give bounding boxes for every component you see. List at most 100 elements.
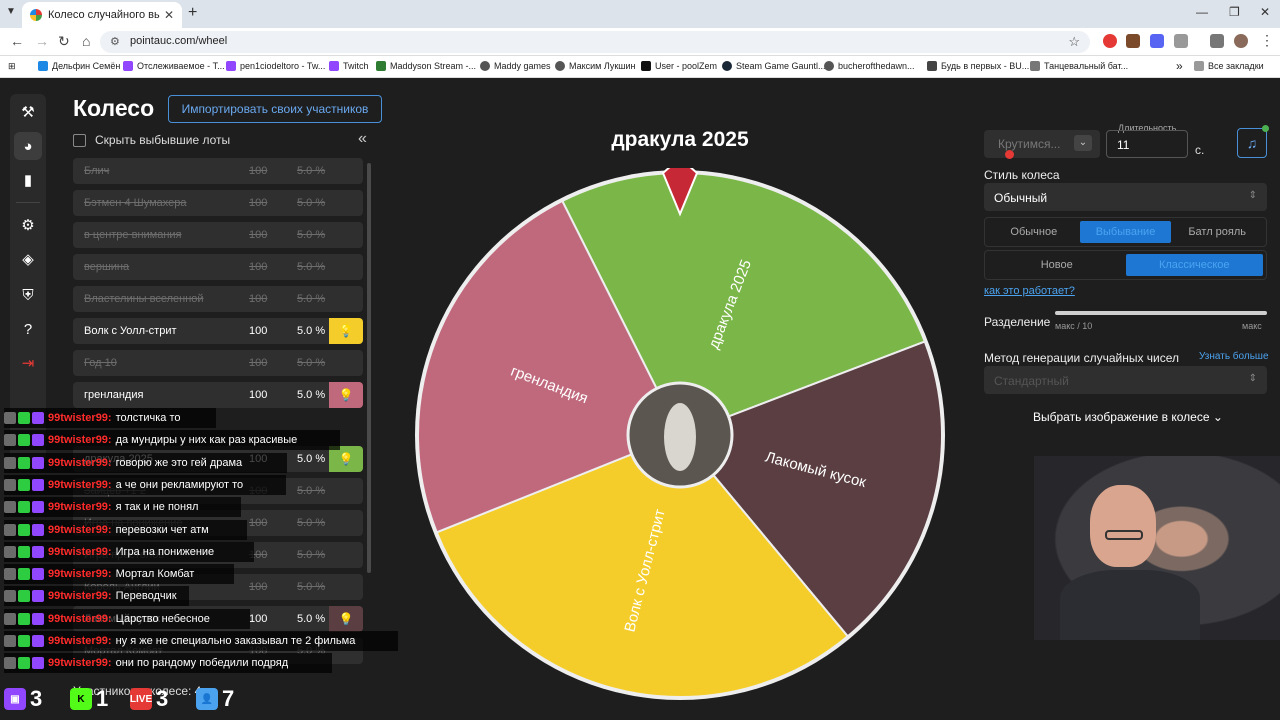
lot-value: 100 bbox=[249, 325, 268, 337]
lot-name: Год 10 bbox=[84, 357, 117, 369]
bookmark-item[interactable]: bucherofthedawn... bbox=[824, 61, 915, 71]
lot-name: вершина bbox=[84, 261, 130, 273]
chat-message: 99twister99: Мортал Комбат bbox=[4, 564, 234, 585]
extension-icon[interactable] bbox=[1126, 34, 1140, 48]
tab-search-icon[interactable]: ▼ bbox=[6, 6, 16, 17]
stats-icon[interactable]: ▮ bbox=[14, 166, 42, 194]
import-participants-button[interactable]: Импортировать своих участников bbox=[168, 95, 382, 123]
lot-row[interactable]: гренландия 100 5.0 % 💡 bbox=[73, 382, 363, 408]
chat-username: 99twister99: bbox=[48, 434, 112, 447]
reload-icon[interactable]: ↻ bbox=[58, 33, 70, 50]
style-select[interactable]: Обычный ⇕ bbox=[984, 183, 1267, 211]
lot-percent: 5.0 % bbox=[297, 261, 326, 273]
music-note-icon[interactable]: ♫ bbox=[1237, 128, 1267, 158]
wheel-icon[interactable]: ◕ bbox=[14, 132, 42, 160]
close-tab-icon[interactable]: ✕ bbox=[164, 8, 174, 22]
lightbulb-icon[interactable]: 💡 bbox=[329, 382, 363, 408]
extension-g-icon[interactable] bbox=[1150, 34, 1164, 48]
prime-badge-icon bbox=[18, 612, 30, 625]
checkbox-box[interactable] bbox=[73, 133, 86, 147]
opera-extension-icon[interactable] bbox=[1103, 34, 1117, 48]
version-option[interactable]: Новое bbox=[988, 254, 1126, 276]
bookmark-item[interactable]: Отслеживаемое - T... bbox=[123, 61, 225, 71]
lot-row[interactable]: Властелины вселенной 100 5.0 % bbox=[73, 286, 363, 312]
bookmarks-more[interactable]: » bbox=[1176, 59, 1183, 73]
moderator-badge-icon bbox=[4, 456, 16, 469]
how-it-works-link[interactable]: как это работает? bbox=[984, 285, 1075, 297]
help-icon[interactable]: ? bbox=[14, 315, 42, 343]
lot-name: Властелины вселенной bbox=[84, 293, 204, 305]
choose-image-button[interactable]: Выбрать изображение в колесе ⌄ bbox=[1033, 410, 1223, 424]
kick-icon: K bbox=[70, 688, 92, 710]
chat-text: я так и не понял bbox=[115, 501, 199, 514]
bookmark-item[interactable]: Будь в первых - BU... bbox=[927, 61, 1029, 71]
sub-badge-icon bbox=[32, 434, 44, 447]
lot-row[interactable]: Волк с Уолл-стрит 100 5.0 % 💡 bbox=[73, 318, 363, 344]
lot-percent: 5.0 % bbox=[297, 293, 326, 305]
lot-row[interactable]: вершина 100 5.0 % bbox=[73, 254, 363, 280]
lizard-mascot-icon bbox=[664, 403, 696, 471]
url-field[interactable]: ⚙ pointauc.com/wheel ☆ bbox=[100, 31, 1090, 53]
rng-select[interactable]: Стандартный ⇕ bbox=[984, 366, 1267, 394]
new-tab-icon[interactable]: + bbox=[188, 4, 197, 22]
home-icon[interactable]: ⌂ bbox=[82, 33, 90, 49]
chat-message: 99twister99: перевозки чет атм bbox=[4, 519, 247, 540]
duration-input[interactable]: 11 bbox=[1106, 130, 1188, 158]
bookmark-star-icon[interactable]: ☆ bbox=[1068, 34, 1080, 50]
bookmark-item[interactable]: Максим Лукшин bbox=[555, 61, 636, 71]
twitch-icon: ▣ bbox=[4, 688, 26, 710]
collapse-chevrons-icon[interactable]: « bbox=[358, 130, 367, 148]
spin-dropdown-icon[interactable]: ⌄ bbox=[1074, 135, 1092, 151]
split-slider[interactable] bbox=[1055, 311, 1267, 315]
browser-tab[interactable]: Колесо случайного выбо ✕ bbox=[22, 2, 182, 28]
spin-button[interactable]: Крутимся... ⌄ bbox=[984, 130, 1100, 158]
bookmark-item[interactable]: Maddy games bbox=[480, 61, 551, 71]
lot-row[interactable]: Блич 100 5.0 % bbox=[73, 158, 363, 184]
bookmark-item[interactable]: pen1ciodeltoro - Tw... bbox=[226, 61, 325, 71]
close-window-icon[interactable]: ✕ bbox=[1260, 5, 1270, 19]
moderator-badge-icon bbox=[4, 657, 16, 670]
mode-option[interactable]: Обычное bbox=[988, 221, 1080, 243]
maximize-icon[interactable]: ❐ bbox=[1229, 5, 1240, 19]
site-info-icon[interactable]: ⚙ bbox=[110, 35, 120, 48]
version-option-selected[interactable]: Классическое bbox=[1125, 254, 1263, 276]
bookmark-item[interactable]: Steam Game Gauntl... bbox=[722, 61, 826, 71]
wheel[interactable]: дракула 2025Лакомый кусокВолк с Уолл-стр… bbox=[413, 168, 947, 702]
bookmark-item[interactable]: Дельфин Семён bbox=[38, 61, 120, 71]
sub-badge-icon bbox=[32, 523, 44, 536]
bookmark-item[interactable]: Maddyson Stream -... bbox=[376, 61, 476, 71]
learn-more-link[interactable]: Узнать больше bbox=[1199, 351, 1269, 362]
lot-row[interactable]: Год 10 100 5.0 % bbox=[73, 350, 363, 376]
lightbulb-icon[interactable]: 💡 bbox=[329, 318, 363, 344]
lot-row[interactable]: в центре внимания 100 5.0 % bbox=[73, 222, 363, 248]
profile-avatar-icon[interactable] bbox=[1234, 34, 1248, 48]
settings-gear-icon[interactable]: ⚙ bbox=[14, 211, 42, 239]
media-icon[interactable] bbox=[1210, 34, 1224, 48]
forward-icon[interactable]: → bbox=[35, 33, 49, 49]
minimize-icon[interactable]: — bbox=[1196, 5, 1208, 19]
back-icon[interactable]: ← bbox=[10, 33, 24, 49]
auction-hammer-icon[interactable]: ⚒ bbox=[14, 98, 42, 126]
chat-text: Царство небесное bbox=[115, 612, 210, 625]
bookmark-item[interactable]: User - poolZem bbox=[641, 61, 717, 71]
split-max-label: макс bbox=[1242, 321, 1262, 331]
logout-icon[interactable]: ⇥ bbox=[14, 349, 42, 377]
chat-message: 99twister99: ну я же не специально заказы… bbox=[4, 631, 398, 651]
layers-icon[interactable]: ◈ bbox=[14, 245, 42, 273]
chat-text: Игра на понижение bbox=[115, 545, 215, 558]
sub-badge-icon bbox=[32, 478, 44, 491]
mode-option-selected[interactable]: Выбывание bbox=[1079, 221, 1172, 243]
bookmark-item[interactable]: Танцевальный бат... bbox=[1030, 61, 1128, 71]
extensions-puzzle-icon[interactable] bbox=[1174, 34, 1188, 48]
apps-grid-icon[interactable]: ⊞ bbox=[8, 61, 16, 72]
mode-option[interactable]: Батл рояль bbox=[1171, 221, 1263, 243]
browser-menu-icon[interactable]: ⋮ bbox=[1260, 32, 1274, 49]
lot-row[interactable]: Бэтмен 4 Шумахера 100 5.0 % bbox=[73, 190, 363, 216]
counter-value: 3 bbox=[156, 686, 169, 711]
chevron-down-icon: ⌄ bbox=[1212, 410, 1223, 424]
bookmark-item[interactable]: Twitch bbox=[329, 61, 369, 71]
shield-icon[interactable]: ⛨ bbox=[14, 281, 42, 309]
prime-badge-icon bbox=[18, 545, 30, 558]
hide-dropped-checkbox[interactable]: Скрыть выбывшие лоты bbox=[73, 133, 230, 147]
all-bookmarks[interactable]: Все закладки bbox=[1194, 61, 1264, 71]
